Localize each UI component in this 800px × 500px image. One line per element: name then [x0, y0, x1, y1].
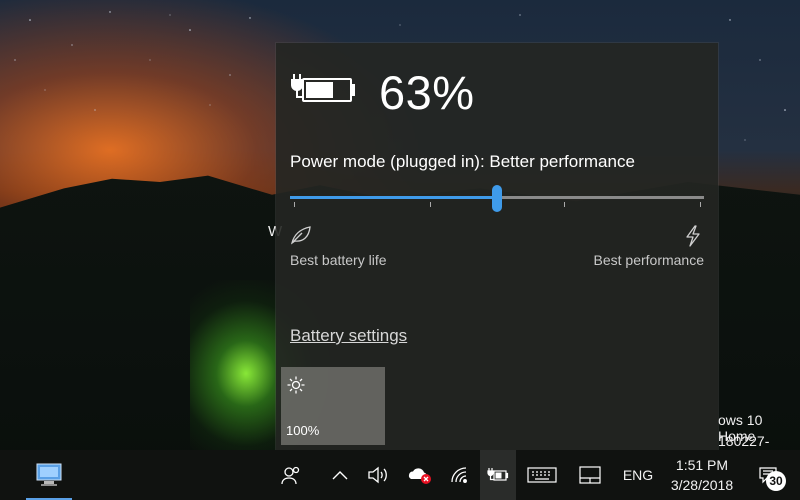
language-indicator[interactable]: ENG	[618, 450, 658, 500]
slider-tick	[430, 202, 431, 207]
battery-plugged-icon	[291, 70, 355, 111]
lightning-icon	[684, 225, 702, 252]
battery-plug-icon[interactable]	[480, 450, 516, 500]
clock[interactable]: 1:51 PM 3/28/2018	[660, 450, 744, 500]
slider-fill	[290, 196, 497, 199]
taskbar: ENG 1:51 PM 3/28/2018 30	[0, 450, 800, 500]
brightness-icon	[287, 376, 305, 399]
app-icon[interactable]	[26, 450, 72, 500]
language-text: ENG	[622, 467, 654, 483]
keyboard-icon[interactable]	[525, 450, 559, 500]
brightness-value: 100%	[286, 423, 320, 438]
clock-date: 3/28/2018	[670, 477, 734, 493]
battery-settings-link[interactable]: Battery settings	[290, 326, 407, 346]
leaf-icon	[290, 225, 312, 250]
action-center-icon[interactable]: 30	[752, 450, 786, 500]
battery-flyout: 63% Power mode (plugged in): Better perf…	[276, 43, 718, 450]
power-mode-label: Power mode (plugged in): Better performa…	[290, 152, 635, 171]
power-mode-slider[interactable]	[290, 185, 704, 212]
slider-tick	[564, 202, 565, 207]
slider-tick	[700, 202, 701, 207]
battery-percentage: 63%	[379, 66, 475, 119]
volume-icon[interactable]	[365, 450, 391, 500]
slider-thumb[interactable]	[492, 185, 502, 212]
touchpad-icon[interactable]	[576, 450, 604, 500]
people-icon[interactable]	[275, 450, 307, 500]
best-battery-life-label: Best battery life	[290, 252, 387, 268]
notification-count-badge: 30	[766, 471, 786, 491]
best-performance-label: Best performance	[593, 252, 705, 268]
onedrive-error-icon[interactable]	[405, 450, 435, 500]
chevron-up-icon[interactable]	[328, 450, 352, 500]
wifi-icon[interactable]	[447, 450, 473, 500]
slider-tick	[294, 202, 295, 207]
brightness-tile[interactable]: 100%	[281, 367, 385, 445]
clock-time: 1:51 PM	[675, 457, 729, 473]
